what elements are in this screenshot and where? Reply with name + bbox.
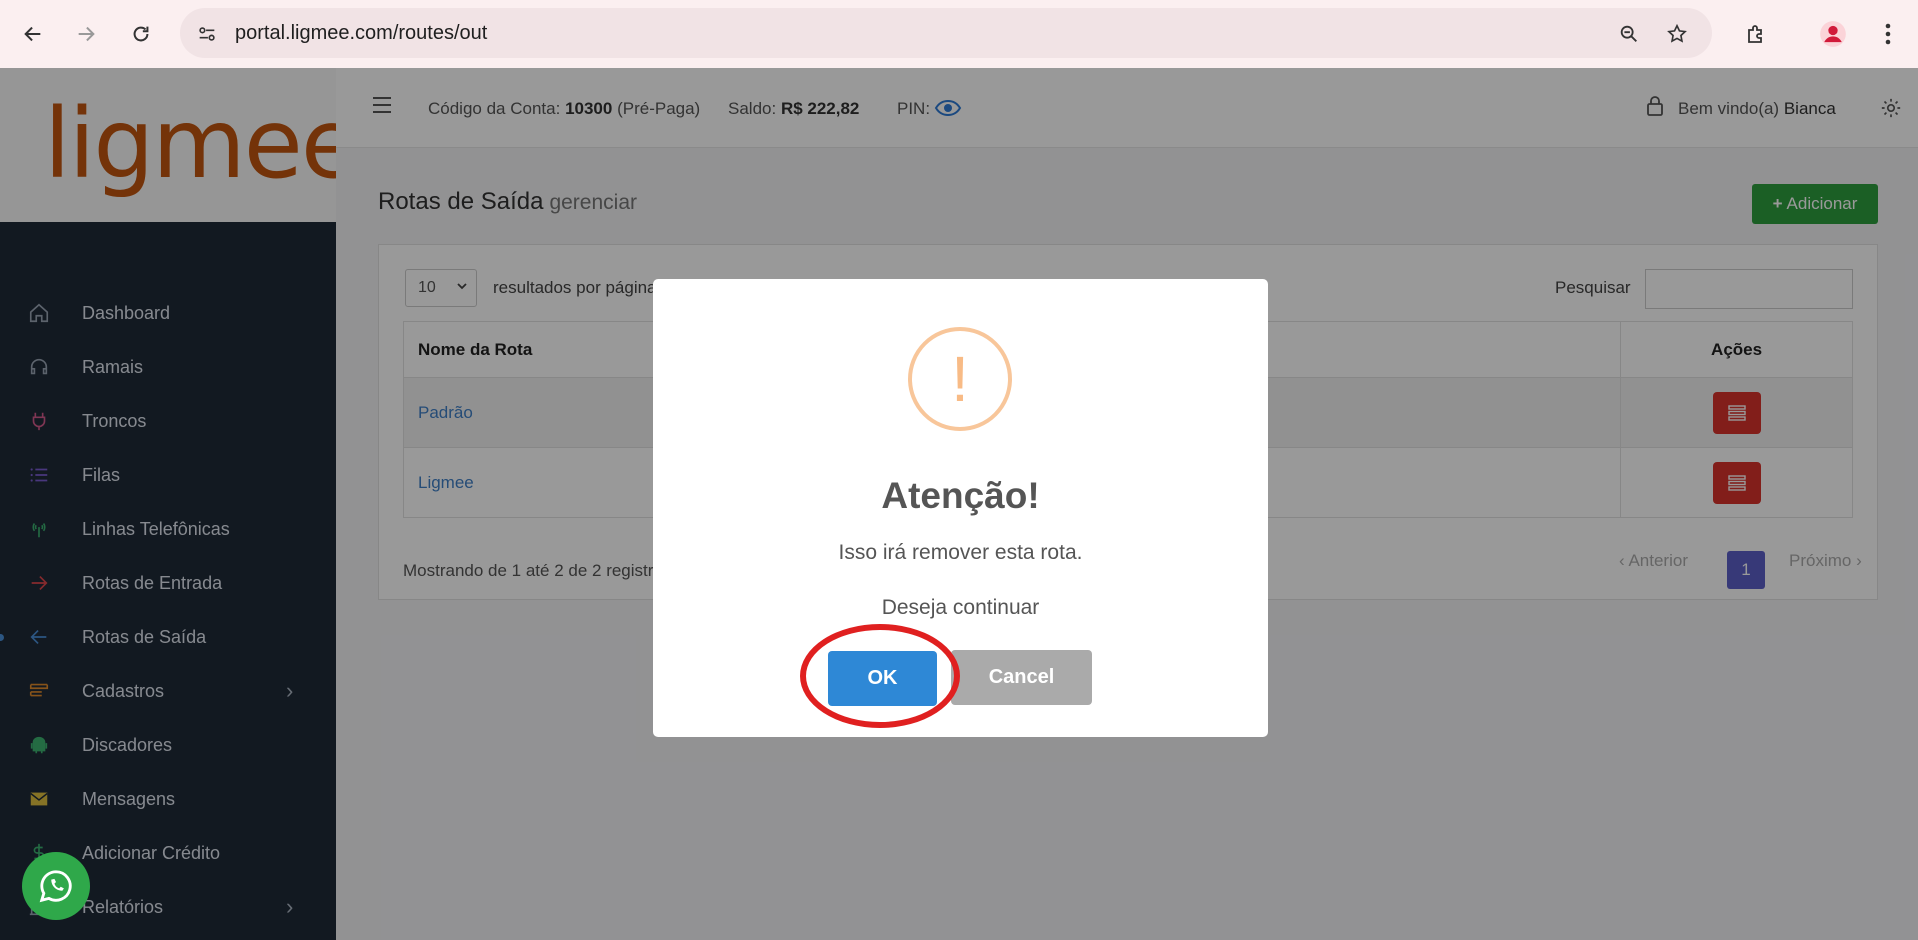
back-icon[interactable] (13, 14, 53, 54)
highlight-annotation-circle (800, 624, 960, 728)
forward-icon[interactable] (66, 14, 106, 54)
browser-toolbar: portal.ligmee.com/routes/out (0, 0, 1918, 68)
browser-menu-icon[interactable] (1868, 14, 1908, 54)
site-settings-icon[interactable] (194, 21, 220, 47)
zoom-icon[interactable] (1616, 21, 1642, 47)
extensions-icon[interactable] (1736, 14, 1776, 54)
dialog-title: Atenção! (881, 475, 1040, 516)
bookmark-star-icon[interactable] (1664, 21, 1690, 47)
confirm-dialog: ! Atenção! Isso irá remover esta rota. D… (653, 279, 1268, 737)
cancel-button[interactable]: Cancel (951, 650, 1092, 705)
warning-icon: ! (908, 327, 1012, 431)
profile-avatar-icon[interactable] (1813, 14, 1853, 54)
reload-icon[interactable] (121, 14, 161, 54)
address-bar[interactable]: portal.ligmee.com/routes/out (180, 8, 1712, 58)
whatsapp-chat-button[interactable] (22, 852, 90, 920)
dialog-message: Isso irá remover esta rota. (838, 541, 1083, 564)
whatsapp-icon (39, 870, 72, 903)
dialog-question: Deseja continuar (881, 596, 1040, 619)
url-text: portal.ligmee.com/routes/out (235, 22, 488, 44)
